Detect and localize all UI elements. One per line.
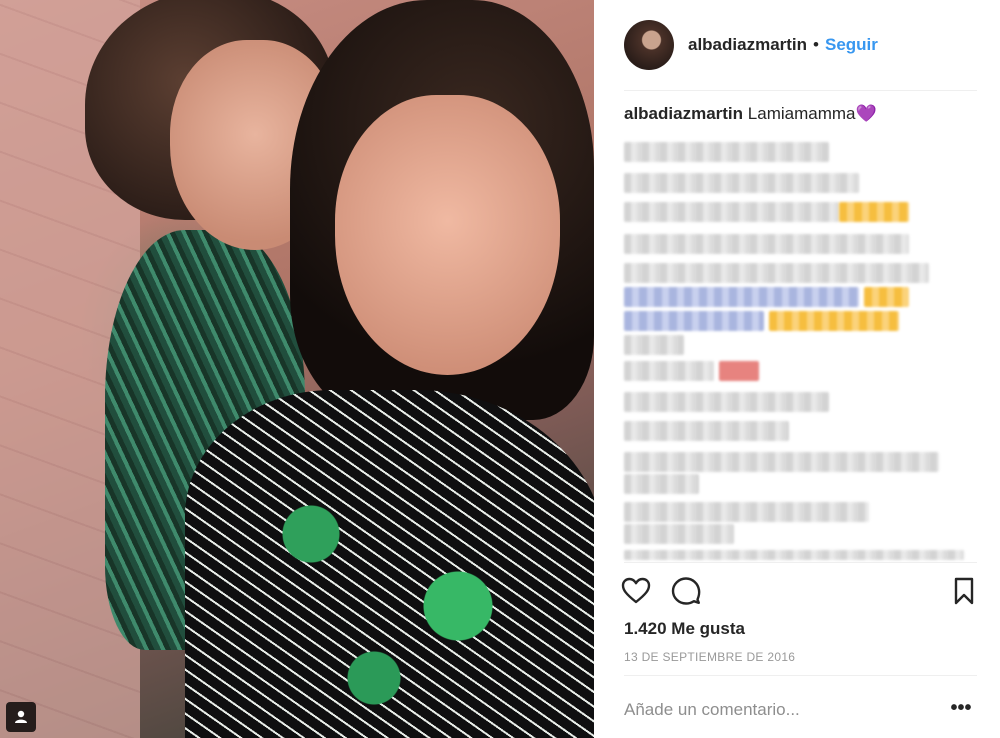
caption-emoji: 💜 [855,104,877,123]
blurred-emoji [769,311,899,331]
likes-counter[interactable]: 1.420 Me gusta [624,619,745,639]
post-actions [621,575,980,609]
blurred-comment-line [624,335,684,355]
blurred-comment-line [624,550,964,560]
actions-divider [624,562,977,563]
follow-button[interactable]: Seguir [825,35,878,55]
header-username[interactable]: albadiazmartin [688,35,807,55]
more-options-button[interactable]: ••• [946,698,976,722]
blurred-comment-line [624,392,829,412]
blurred-comment-line [624,202,839,222]
blurred-emoji [719,361,759,381]
post-date[interactable]: 13 DE SEPTIEMBRE DE 2016 [624,650,795,664]
avatar[interactable] [624,20,674,70]
comment-divider [624,675,977,676]
likes-label: Me gusta [671,619,745,638]
blurred-comment-line [624,263,929,283]
caption-username[interactable]: albadiazmartin [624,104,743,123]
header-separator: • [813,35,819,54]
comment-input[interactable] [624,690,944,730]
photo-person-right-face [335,95,560,375]
blurred-comment-line [624,173,859,193]
blurred-comment-line [624,524,734,544]
blurred-comment-line [624,361,714,381]
user-tag-icon[interactable] [6,702,36,732]
blurred-mention [624,287,859,307]
blurred-emoji [864,287,909,307]
heart-icon[interactable] [620,575,652,607]
post-caption: albadiazmartin Lamiamamma💜 [624,104,974,124]
likes-count: 1.420 [624,619,667,638]
blurred-comment-line [624,421,789,441]
post-header: albadiazmartin • Seguir [594,0,1000,90]
blurred-comment-line [624,474,699,494]
blurred-mention [624,311,764,331]
blurred-comment-line [624,234,909,254]
caption-text: Lamiamamma [747,104,856,123]
blurred-comment-line [624,142,829,162]
instagram-post: albadiazmartin • Seguir albadiazmartin L… [0,0,1000,738]
comment-bubble-icon[interactable] [670,575,702,607]
photo-person-right-dress [185,390,594,738]
header-divider [624,90,977,91]
post-sidebar: albadiazmartin • Seguir albadiazmartin L… [594,0,1000,738]
blurred-comment-line [624,502,869,522]
bookmark-icon[interactable] [948,575,980,607]
blurred-emoji [839,202,909,222]
blurred-comment-line [624,452,939,472]
post-photo[interactable] [0,0,594,738]
